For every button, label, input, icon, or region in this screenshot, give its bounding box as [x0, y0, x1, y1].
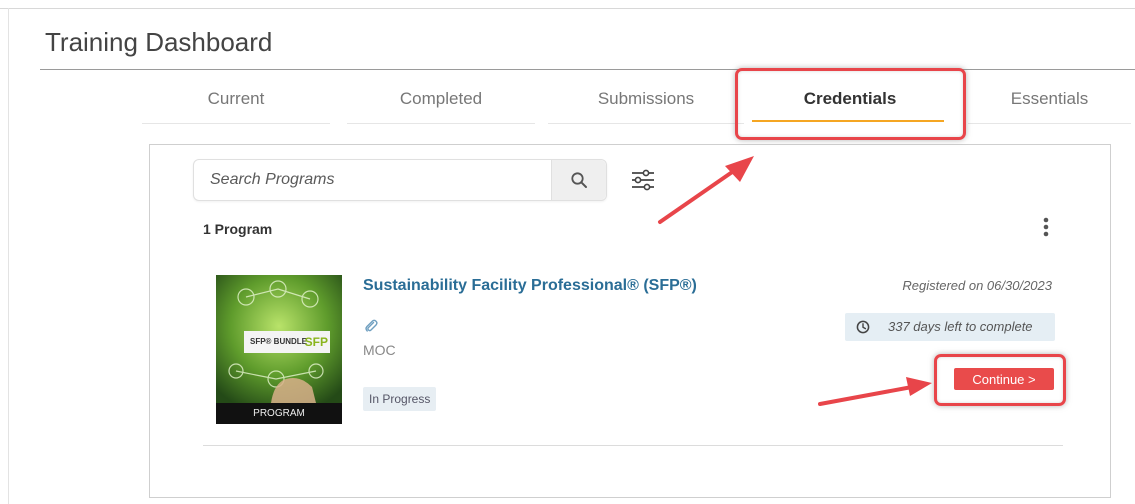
attachment-button[interactable] [364, 319, 378, 333]
tab-current[interactable]: Current [138, 72, 334, 124]
tab-underline [347, 123, 535, 124]
tab-label: Submissions [597, 89, 695, 108]
program-count: 1 Program [203, 221, 273, 237]
tab-bar: Current Completed Submissions Credential… [138, 72, 1135, 124]
registered-date: Registered on 06/30/2023 [902, 278, 1052, 293]
credentials-highlight [735, 68, 966, 140]
top-border [0, 8, 1135, 9]
tab-underline [968, 123, 1131, 124]
search-input[interactable] [194, 160, 550, 200]
program-thumbnail[interactable]: SFP® BUNDLE SFP PROGRAM [216, 275, 342, 424]
clock-icon [856, 320, 870, 334]
kebab-menu-icon [1043, 217, 1049, 237]
thumbnail-banner: SFP® BUNDLE SFP [244, 331, 330, 353]
tab-completed[interactable]: Completed [343, 72, 539, 124]
search-icon [571, 172, 587, 188]
row-divider [203, 445, 1063, 446]
title-divider [40, 69, 1135, 70]
bundle-text: SFP® BUNDLE [250, 337, 308, 346]
program-provider: MOC [363, 342, 396, 358]
program-title-link[interactable]: Sustainability Facility Professional® (S… [363, 276, 703, 296]
days-left-badge: 337 days left to complete [845, 313, 1055, 341]
tab-underline [142, 123, 330, 124]
search-button[interactable] [551, 160, 606, 200]
status-badge: In Progress [363, 387, 437, 411]
search-box [193, 159, 607, 201]
paperclip-icon [365, 319, 378, 332]
more-options-button[interactable] [1039, 215, 1053, 241]
thumbnail-caption: PROGRAM [216, 403, 342, 424]
days-left-text: 337 days left to complete [888, 319, 1033, 334]
filter-button[interactable] [629, 166, 657, 194]
tab-underline [548, 123, 744, 124]
sfp-logo: SFP [304, 335, 328, 349]
continue-highlight [934, 354, 1066, 406]
page-title: Training Dashboard [45, 27, 273, 57]
tab-submissions[interactable]: Submissions [544, 72, 748, 124]
sliders-icon [632, 169, 654, 191]
tab-label: Completed [399, 89, 483, 108]
tab-label: Current [207, 89, 265, 108]
programs-panel: 1 Program [149, 144, 1111, 498]
tab-essentials[interactable]: Essentials [964, 72, 1135, 124]
tab-label: Essentials [1010, 89, 1089, 108]
left-border [8, 8, 9, 504]
